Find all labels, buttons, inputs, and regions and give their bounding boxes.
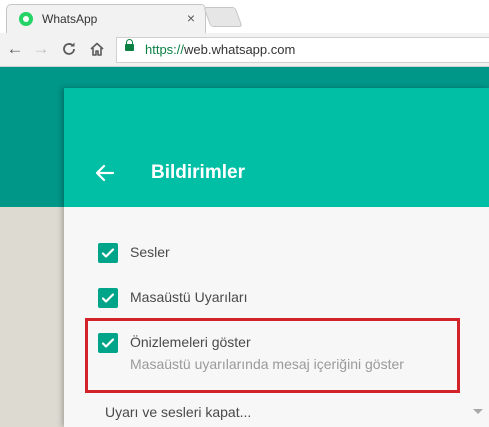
browser-tab-whatsapp[interactable]: WhatsApp × — [6, 4, 206, 34]
back-arrow-icon[interactable]: ← — [4, 38, 26, 60]
desktop-alerts-checkbox[interactable] — [98, 288, 118, 308]
mute-alerts-label: Uyarı ve sesleri kapat... — [105, 404, 252, 420]
home-icon[interactable] — [86, 38, 108, 60]
mute-alerts-dropdown[interactable]: Uyarı ve sesleri kapat... — [105, 404, 251, 420]
lock-icon — [125, 39, 134, 51]
checkmark-icon — [101, 248, 115, 258]
sounds-checkbox[interactable] — [98, 243, 118, 263]
url-text: https://web.whatsapp.com — [145, 42, 296, 57]
option-label: Sesler — [130, 244, 170, 260]
tab-title: WhatsApp — [42, 12, 98, 26]
drawer-body: Sesler Masaüstü Uyarıları Önizlemeleri g… — [64, 207, 489, 427]
reload-icon[interactable] — [58, 38, 80, 60]
option-label: Masaüstü Uyarıları — [130, 289, 248, 305]
new-tab-button[interactable] — [203, 7, 243, 27]
drawer-title: Bildirimler — [151, 162, 245, 183]
drawer-header: Bildirimler — [64, 88, 489, 207]
whatsapp-favicon-icon — [19, 12, 33, 26]
browser-toolbar: ← → https://web.whatsapp.com — [0, 33, 489, 67]
checkmark-icon — [101, 293, 115, 303]
back-icon[interactable] — [92, 160, 118, 186]
tab-close-icon[interactable]: × — [187, 10, 195, 26]
address-bar[interactable]: https://web.whatsapp.com — [116, 37, 489, 63]
highlight-box — [85, 318, 460, 393]
chevron-down-icon[interactable] — [473, 409, 483, 414]
forward-arrow-icon[interactable]: → — [30, 38, 52, 60]
browser-tab-strip: WhatsApp × — [0, 0, 489, 34]
